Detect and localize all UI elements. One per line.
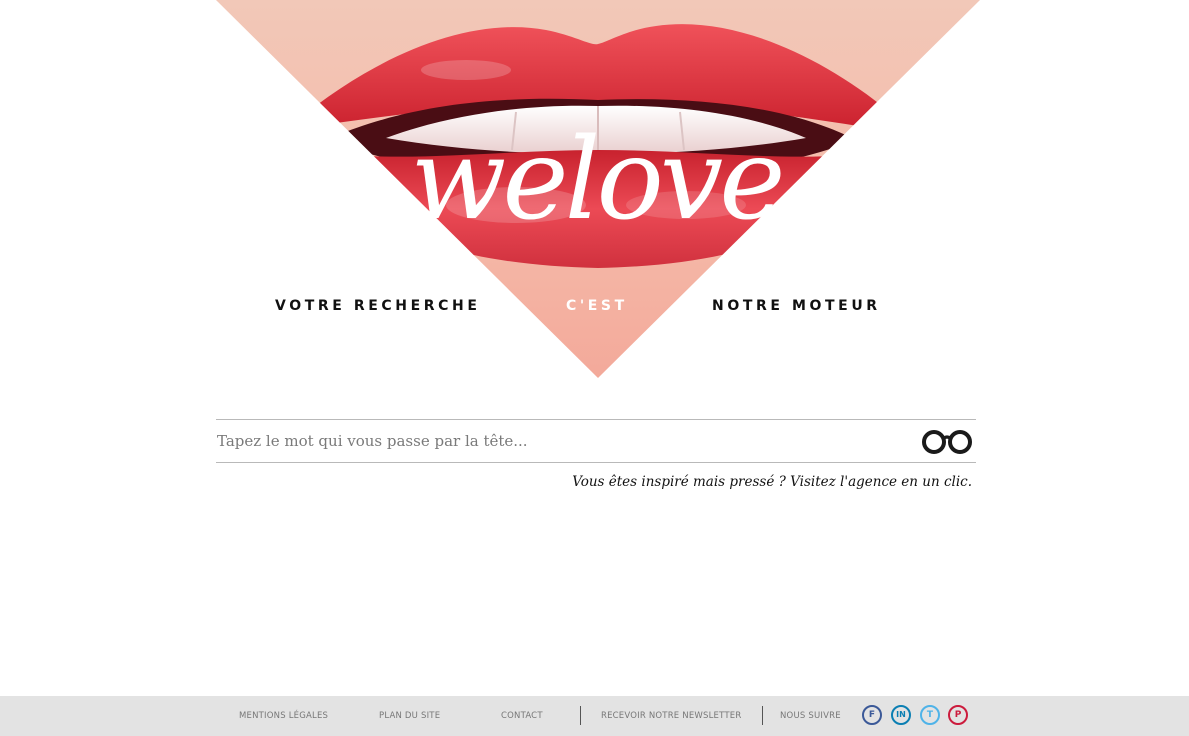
pinterest-icon[interactable]: P (948, 705, 968, 725)
footer-divider (762, 706, 763, 725)
footer-link-legal[interactable]: MENTIONS LÉGALES (239, 710, 328, 722)
footer-link-contact[interactable]: CONTACT (501, 710, 543, 722)
glasses-icon (922, 430, 972, 454)
logo-svg: welove (411, 115, 786, 245)
page: welove VOTRE RECHERCHE C'EST NOTRE MOTEU… (0, 0, 1189, 736)
footer: MENTIONS LÉGALES PLAN DU SITE CONTACT RE… (0, 696, 1189, 736)
tagline-part-1: VOTRE RECHERCHE (275, 298, 481, 314)
search-bar (216, 419, 976, 463)
linkedin-icon[interactable]: IN (891, 705, 911, 725)
twitter-icon[interactable]: T (920, 705, 940, 725)
footer-follow-label: NOUS SUIVRE (780, 711, 841, 721)
tagline-part-2: C'EST (566, 298, 628, 314)
footer-divider (580, 706, 581, 725)
logo-text: welove (411, 115, 782, 242)
search-input[interactable] (216, 420, 907, 462)
footer-link-newsletter[interactable]: RECEVOIR NOTRE NEWSLETTER (601, 710, 741, 722)
tagline-part-3: NOTRE MOTEUR (712, 298, 881, 314)
footer-link-sitemap[interactable]: PLAN DU SITE (379, 710, 440, 722)
agency-link[interactable]: Vous êtes inspiré mais pressé ? Visitez … (572, 474, 972, 490)
search-button[interactable] (920, 428, 974, 456)
facebook-icon[interactable]: F (862, 705, 882, 725)
welove-logo[interactable]: welove (216, 92, 980, 245)
